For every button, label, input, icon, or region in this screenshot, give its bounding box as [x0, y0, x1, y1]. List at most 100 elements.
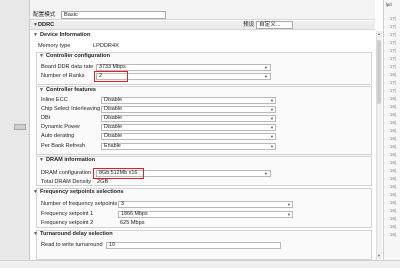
log-line: 18(: [390, 232, 397, 237]
read-to-write-label: Read to write turnaround: [41, 242, 103, 248]
log-line: 17(: [390, 80, 397, 85]
auto-derating-field[interactable]: Disable: [101, 133, 276, 140]
frequency-setpoints-title: Frequency setpoints selections: [40, 189, 124, 195]
chevron-down-icon[interactable]: ▼: [287, 202, 291, 207]
log-line: 18(: [390, 224, 397, 229]
log-line: 17(: [390, 24, 397, 29]
chevron-down-icon[interactable]: ▼: [39, 157, 44, 164]
chevron-down-icon[interactable]: ▼: [264, 171, 268, 176]
log-line: 17(: [390, 48, 397, 53]
dbi-field[interactable]: Disable: [101, 115, 276, 122]
dbi-label: DBI: [41, 115, 51, 121]
frequency-setpoint-2-value: 625 Mbps: [120, 220, 145, 226]
chevron-down-icon[interactable]: ▼: [270, 144, 274, 149]
number-of-setpoints-field[interactable]: 3: [118, 201, 293, 208]
chevron-down-icon[interactable]: ▼: [33, 32, 38, 39]
log-line: 18(: [390, 136, 397, 141]
memory-type-value: LPDDR4X: [93, 43, 119, 49]
per-bank-refresh-field[interactable]: Enable: [101, 143, 276, 150]
device-information-title: Device Information: [40, 32, 91, 38]
chevron-down-icon[interactable]: ▼: [287, 212, 291, 217]
chip-select-value: Disable: [104, 106, 122, 112]
log-line: 17(: [390, 40, 397, 45]
log-line: 17(: [390, 64, 397, 69]
log-line: 18(: [390, 176, 397, 181]
scroll-down-icon[interactable]: ▼: [376, 253, 382, 259]
number-of-setpoints-label: Number of frequency setpoints: [41, 201, 118, 207]
dram-configuration-label: DRAM configuration: [41, 170, 92, 176]
log-line: 18(: [390, 160, 397, 165]
dynamic-power-value: Disable: [104, 124, 122, 130]
auto-derating-value: Disable: [104, 133, 122, 139]
memory-type-label: Memory type: [38, 43, 71, 49]
log-line: 17(: [390, 32, 397, 37]
chip-select-field[interactable]: Disable: [101, 106, 276, 113]
log-line: 18(: [390, 184, 397, 189]
log-line: 18(: [390, 216, 397, 221]
log-line: 18(: [390, 192, 397, 197]
frequency-setpoint-2-label: Frequency setpoint 2: [41, 220, 94, 226]
preset-select-value: 自定义...: [259, 22, 281, 28]
status-bar: [0, 260, 400, 268]
left-panel: [0, 0, 30, 268]
controller-features-title: Controller features: [46, 87, 97, 93]
preset-select[interactable]: 自定义...: [256, 21, 293, 29]
preset-label: 预设: [243, 22, 255, 28]
total-density-label: Total DRAM Density: [41, 179, 92, 185]
chevron-down-icon[interactable]: ▼: [33, 189, 38, 196]
number-of-setpoints-value: 3: [121, 201, 124, 207]
log-line: 17(: [390, 16, 397, 21]
inline-ecc-label: Inline ECC: [41, 97, 68, 103]
log-line: 18(: [390, 168, 397, 173]
chevron-down-icon[interactable]: ▼: [39, 87, 44, 94]
scrollbar-thumb[interactable]: [377, 40, 381, 104]
frequency-setpoint-1-value: 1866 Mbps: [121, 211, 148, 217]
collapse-handle[interactable]: [14, 124, 26, 130]
mode-label: 配置模式: [33, 12, 56, 18]
frequency-setpoint-1-label: Frequency setpoint 1: [41, 211, 94, 217]
mode-select[interactable]: Basic: [61, 11, 166, 19]
read-to-write-field[interactable]: 10: [106, 242, 281, 249]
log-line: 18(: [390, 120, 397, 125]
controller-configuration-title: Controller configuration: [46, 53, 111, 59]
number-of-ranks-label: Number of Ranks: [41, 73, 85, 79]
chevron-down-icon[interactable]: ▼: [270, 107, 274, 112]
inline-ecc-field[interactable]: Disable: [101, 97, 276, 104]
chevron-down-icon[interactable]: ▼: [264, 74, 268, 79]
scroll-up-icon[interactable]: ▲: [376, 31, 382, 37]
per-bank-refresh-label: Per Bank Refresh: [41, 143, 86, 149]
chevron-down-icon[interactable]: ▼: [270, 116, 274, 121]
dynamic-power-field[interactable]: Disable: [101, 124, 276, 131]
chevron-down-icon[interactable]: ▼: [39, 53, 44, 60]
chevron-down-icon[interactable]: ▼: [270, 98, 274, 103]
board-data-rate-value: 3733 Mbps: [99, 64, 126, 70]
log-line: 18(: [390, 200, 397, 205]
log-line: 18(: [390, 208, 397, 213]
frequency-setpoint-1-field[interactable]: 1866 Mbps: [118, 211, 293, 218]
chevron-down-icon[interactable]: ▼: [270, 125, 274, 130]
log-line: 18(: [390, 72, 397, 77]
log-line: 18(: [390, 144, 397, 149]
board-data-rate-field[interactable]: 3733 Mbps: [96, 64, 271, 71]
ddrc-section-header[interactable]: [30, 21, 375, 30]
total-density-value: 2GB: [97, 179, 109, 185]
dynamic-power-label: Dynamic Power: [41, 124, 81, 130]
log-line: 18(: [390, 128, 397, 133]
turnaround-title: Turnaround delay selection: [40, 231, 113, 237]
dram-information-title: DRAM information: [46, 157, 96, 163]
highlight-box: [93, 168, 144, 179]
log-line: 18(: [390, 152, 397, 157]
dbi-value: Disable: [104, 115, 122, 121]
mode-select-value: Basic: [64, 12, 78, 18]
chip-select-label: Chip Select Interleaving: [41, 106, 101, 112]
highlight-box: [94, 71, 128, 82]
chevron-down-icon[interactable]: ▼: [33, 231, 38, 238]
log-line: 17(: [390, 88, 397, 93]
log-header: lpd: [386, 2, 392, 7]
log-line: 18(: [390, 112, 397, 117]
chevron-down-icon[interactable]: ▼: [270, 134, 274, 139]
per-bank-refresh-value: Enable: [104, 143, 121, 149]
chevron-down-icon[interactable]: ▼: [264, 65, 268, 70]
log-line: 18(: [390, 104, 397, 109]
ddrc-title: DDRC: [38, 22, 55, 28]
